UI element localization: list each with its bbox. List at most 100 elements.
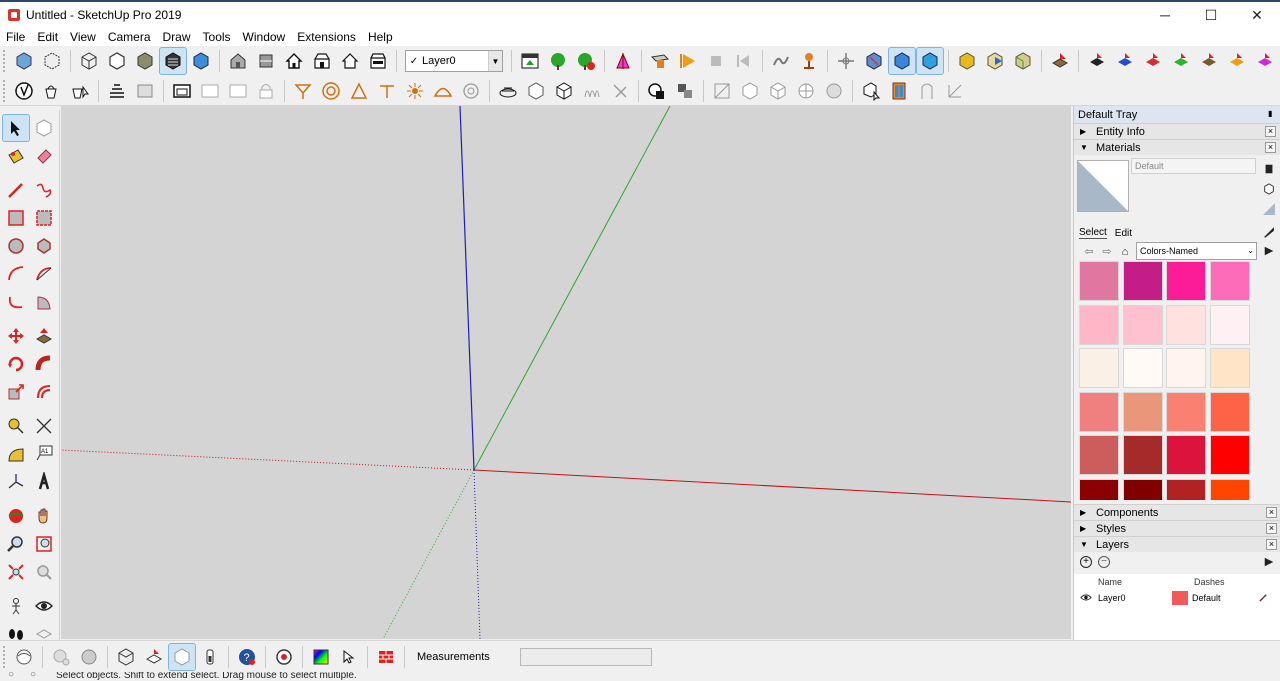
iso-view-icon[interactable]: [225, 48, 251, 74]
shaded-icon[interactable]: [132, 48, 158, 74]
material-swatch[interactable]: [1122, 348, 1163, 388]
rectangle-icon[interactable]: [3, 205, 29, 231]
color-spectrum-icon[interactable]: [308, 644, 334, 670]
material-swatch[interactable]: [1079, 435, 1119, 475]
menu-draw[interactable]: Draw: [157, 28, 197, 46]
minimize-button[interactable]: ─: [1142, 2, 1188, 28]
layer-dropdown[interactable]: ✓ Layer0 ▼: [405, 50, 503, 72]
material-swatch[interactable]: [1079, 348, 1119, 388]
extension-r-icon[interactable]: [1140, 48, 1166, 74]
style-builder-icon[interactable]: [11, 78, 37, 104]
lock-icon[interactable]: [253, 78, 279, 104]
xray-icon[interactable]: [11, 48, 37, 74]
dimension-tool-icon[interactable]: [31, 413, 57, 439]
close-icon[interactable]: ×: [1266, 539, 1277, 550]
polygon-icon[interactable]: [31, 233, 57, 259]
entity-info-panel-header[interactable]: ▶ Entity Info ×: [1074, 123, 1280, 139]
material-preview-swatch[interactable]: [1077, 160, 1129, 212]
target-icon[interactable]: [271, 644, 297, 670]
maximize-button[interactable]: ☐: [1188, 2, 1234, 28]
material-swatch[interactable]: [1122, 261, 1163, 301]
dome-icon[interactable]: [430, 78, 456, 104]
zoom-window-icon[interactable]: [31, 531, 57, 557]
material-swatch[interactable]: [1122, 391, 1163, 432]
line-pencil-icon[interactable]: [3, 177, 29, 203]
select-arrow-icon[interactable]: [2, 114, 30, 142]
user-status-icon[interactable]: [76, 644, 102, 670]
tab-select[interactable]: Select: [1079, 227, 1107, 239]
details-arrow-icon[interactable]: [1263, 556, 1275, 568]
material-swatch[interactable]: [1122, 435, 1163, 475]
layer-dashes[interactable]: Default: [1192, 593, 1221, 603]
extension-a-icon[interactable]: [1112, 48, 1138, 74]
eraser-icon[interactable]: [31, 143, 57, 169]
layers-panel-header[interactable]: ▼ Layers ×: [1074, 536, 1280, 552]
material-swatch[interactable]: [1209, 435, 1250, 475]
help-icon[interactable]: ?: [234, 644, 260, 670]
dimension-icon[interactable]: [374, 78, 400, 104]
three-point-arc-icon[interactable]: [3, 289, 29, 315]
material-swatch[interactable]: [1209, 348, 1250, 388]
solid-intersect-icon[interactable]: [982, 48, 1008, 74]
close-icon[interactable]: ×: [1266, 507, 1277, 518]
rotate-icon[interactable]: [3, 351, 29, 377]
sample-paint-icon[interactable]: [1262, 226, 1276, 240]
modeling-viewport[interactable]: [61, 106, 1071, 639]
display-secondary-browser-icon[interactable]: [1262, 162, 1276, 176]
brick-texture-icon[interactable]: [373, 644, 399, 670]
tape-measure-icon[interactable]: [3, 413, 29, 439]
close-icon[interactable]: ×: [1266, 523, 1277, 534]
previous-scene-icon[interactable]: [731, 48, 757, 74]
add-scene-icon[interactable]: [647, 48, 673, 74]
close-icon[interactable]: ×: [1265, 126, 1276, 137]
front-view-icon[interactable]: [281, 48, 307, 74]
orbit-icon[interactable]: [3, 503, 29, 529]
material-swatch[interactable]: [1209, 478, 1250, 500]
tab-edit[interactable]: Edit: [1115, 228, 1132, 239]
freehand-icon[interactable]: [31, 177, 57, 203]
section-fill-icon[interactable]: [916, 47, 944, 75]
material-name-field[interactable]: Default: [1131, 158, 1256, 174]
3d-warehouse-icon[interactable]: [545, 48, 571, 74]
push-pull-icon[interactable]: [31, 323, 57, 349]
measurements-input[interactable]: [519, 647, 652, 666]
section-cuts-icon[interactable]: [888, 47, 916, 75]
view-iso-frame-icon[interactable]: [709, 78, 735, 104]
frame-faded-1-icon[interactable]: [197, 78, 223, 104]
warehouse-icon[interactable]: [517, 48, 543, 74]
frame-icon[interactable]: [169, 78, 195, 104]
solid-union-icon[interactable]: [1010, 48, 1036, 74]
extension-f-icon[interactable]: [1252, 48, 1278, 74]
solid-outer-shell-icon[interactable]: [954, 48, 980, 74]
back-edges-icon[interactable]: [39, 48, 65, 74]
axes-tool-icon[interactable]: [942, 78, 968, 104]
axes-icon[interactable]: [833, 48, 859, 74]
stamp-icon[interactable]: [579, 78, 605, 104]
protractor-tool-icon[interactable]: [3, 441, 29, 467]
ruby-console-icon[interactable]: [1084, 48, 1110, 74]
material-collection-dropdown[interactable]: Colors-Named ⌄: [1136, 242, 1257, 260]
back-arrow-icon[interactable]: ⇦: [1082, 245, 1096, 259]
follow-me-icon[interactable]: [290, 78, 316, 104]
material-swatch[interactable]: [1079, 478, 1119, 500]
extension-warehouse-icon[interactable]: [141, 644, 167, 670]
instructor-icon[interactable]: [113, 644, 139, 670]
make-component-icon[interactable]: [31, 115, 57, 141]
material-swatch[interactable]: [1079, 261, 1119, 301]
monochrome-icon[interactable]: [188, 48, 214, 74]
offset-tool-icon[interactable]: [31, 379, 57, 405]
paint-bucket-tool-icon[interactable]: [3, 143, 29, 169]
look-around-eye-icon[interactable]: [31, 593, 57, 619]
hidden-line-icon[interactable]: [104, 48, 130, 74]
paint-bucket-icon[interactable]: [39, 78, 65, 104]
credits-status-icon[interactable]: ○: [30, 672, 36, 680]
visibility-eye-icon[interactable]: [1074, 593, 1098, 604]
menu-file[interactable]: File: [0, 28, 31, 46]
material-swatch[interactable]: [1166, 261, 1206, 301]
paint-cursor-icon[interactable]: [67, 78, 93, 104]
extension-n-icon[interactable]: [1196, 48, 1222, 74]
face-style-icon[interactable]: [132, 78, 158, 104]
credits-icon[interactable]: [48, 644, 74, 670]
delete-layer-icon[interactable]: −: [1098, 556, 1110, 568]
components-panel-header[interactable]: ▶ Components ×: [1074, 504, 1280, 520]
